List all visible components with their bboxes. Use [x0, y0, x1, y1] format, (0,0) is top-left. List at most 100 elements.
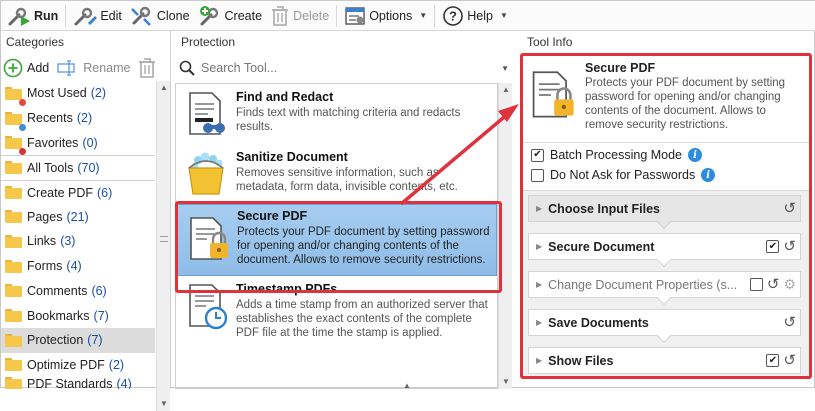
scroll-grip[interactable]	[160, 236, 168, 242]
step-label: Choose Input Files	[548, 201, 660, 216]
category-protection[interactable]: Protection (7)	[1, 327, 155, 353]
scroll-down-icon[interactable]: ▼	[157, 397, 171, 411]
step-enabled-checkbox[interactable]: ✔	[766, 240, 780, 253]
tool-secure-pdf[interactable]: Secure PDF Protects your PDF document by…	[176, 204, 497, 276]
category-favorites[interactable]: Favorites (0)	[1, 130, 155, 156]
category-all-tools[interactable]: All Tools (70)	[1, 155, 155, 180]
category-count: (2)	[108, 357, 125, 372]
folder-icon	[5, 136, 26, 156]
category-bookmarks[interactable]: Bookmarks (7)	[1, 303, 155, 328]
edit-button[interactable]: Edit	[69, 2, 126, 30]
add-category-button[interactable]: Add	[3, 58, 49, 78]
step-secure-document[interactable]: ▶ Secure Document ✔ ↺	[528, 233, 801, 268]
category-pdf-standards[interactable]: PDF Standards (4)	[1, 377, 155, 390]
trash-icon[interactable]	[137, 57, 157, 79]
search-input[interactable]	[201, 61, 481, 75]
folder-icon	[5, 86, 26, 106]
step-connector	[656, 328, 672, 344]
batch-processing-option[interactable]: ✔ Batch Processing Mode i	[531, 148, 703, 162]
tool-find-and-redact[interactable]: Find and Redact Finds text with matching…	[176, 84, 497, 144]
reset-icon[interactable]: ↺	[783, 315, 796, 330]
create-button[interactable]: Create	[194, 2, 267, 30]
gear-icon[interactable]: ⚙	[783, 276, 796, 293]
chevron-right-icon: ▶	[536, 204, 543, 213]
scroll-down-icon[interactable]: ▼	[499, 375, 513, 389]
category-comments[interactable]: Comments (6)	[1, 279, 155, 304]
category-count: (6)	[91, 283, 107, 298]
step-enabled-checkbox[interactable]: ✔	[766, 354, 780, 367]
toolbar-separator	[336, 4, 338, 27]
options-button[interactable]: Options ▼	[340, 2, 431, 30]
category-count: (2)	[90, 86, 107, 101]
category-count: (7)	[93, 308, 109, 323]
info-icon[interactable]: i	[688, 148, 703, 162]
tools-scrollbar[interactable]: ▲ ▼	[498, 83, 512, 389]
no-ask-passwords-option[interactable]: Do Not Ask for Passwords i	[531, 168, 716, 182]
clone-button[interactable]: Clone	[126, 2, 194, 30]
action-steps: ▶ Choose Input Files ↺ ▶ Secure Document…	[521, 190, 811, 379]
category-count: (7)	[87, 333, 103, 348]
no-ask-passwords-checkbox[interactable]	[531, 168, 544, 182]
tool-sanitize-document[interactable]: Sanitize Document Removes sensitive info…	[176, 144, 497, 204]
tool-info-description: Protects your PDF document by setting pa…	[585, 77, 786, 131]
category-optimize-pdf[interactable]: Optimize PDF (2)	[1, 353, 155, 378]
tool-description: Removes sensitive information, such as m…	[236, 167, 458, 193]
chevron-down-icon[interactable]: ▼	[501, 64, 509, 73]
category-forms[interactable]: Forms (4)	[1, 254, 155, 279]
app-window: Run Edit Clone Create Delete Options ▼ ?…	[0, 0, 815, 411]
trash-icon	[272, 5, 289, 26]
tool-list: Find and Redact Finds text with matching…	[175, 83, 498, 389]
no-ask-passwords-label: Do Not Ask for Passwords	[550, 168, 696, 182]
tool-timestamp-pdfs[interactable]: Timestamp PDFs Adds a time stamp from an…	[176, 276, 497, 356]
search-icon	[179, 60, 195, 76]
folder-icon	[5, 284, 22, 298]
rename-category-button[interactable]: Rename	[57, 59, 131, 77]
step-save-documents[interactable]: ▶ Save Documents ↺	[528, 309, 801, 344]
step-change-document-properties[interactable]: ▶ Change Document Properties (s... ↺ ⚙	[528, 271, 801, 306]
reset-icon[interactable]: ↺	[783, 353, 796, 368]
reset-icon[interactable]: ↺	[783, 201, 796, 216]
options-label: Options	[369, 8, 413, 23]
category-pages[interactable]: Pages (21)	[1, 204, 155, 229]
category-recents[interactable]: Recents (2)	[1, 106, 155, 131]
tool-info-pane: Tool Info Secure PDF Protects your PDF d…	[519, 31, 815, 389]
tool-search[interactable]: ▼	[175, 56, 515, 80]
run-button[interactable]: Run	[3, 2, 62, 30]
step-choose-input-files[interactable]: ▶ Choose Input Files ↺	[528, 195, 801, 230]
category-create-pdf[interactable]: Create PDF (6)	[1, 179, 155, 205]
tool-info-box: Secure PDF Protects your PDF document by…	[521, 53, 811, 379]
reset-icon[interactable]: ↺	[767, 277, 780, 292]
info-icon[interactable]: i	[701, 168, 716, 182]
secure-pdf-lock-icon	[190, 217, 228, 260]
step-enabled-checkbox[interactable]	[749, 278, 763, 291]
category-label: Most Used	[27, 86, 87, 101]
reset-icon[interactable]: ↺	[783, 239, 796, 254]
create-label: Create	[224, 8, 263, 23]
step-connector	[656, 290, 672, 306]
batch-processing-checkbox[interactable]: ✔	[531, 148, 544, 162]
clone-icon	[130, 6, 151, 26]
category-links[interactable]: Links (3)	[1, 229, 155, 254]
add-label: Add	[27, 61, 50, 75]
chevron-right-icon: ▶	[536, 280, 543, 289]
folder-icon	[5, 259, 22, 273]
run-wrench-icon	[8, 7, 30, 26]
pane-resize-grip[interactable]: ▲	[403, 381, 411, 390]
category-label: Protection	[27, 333, 84, 348]
folder-icon	[5, 234, 22, 248]
category-label: Links	[27, 234, 57, 249]
scroll-up-icon[interactable]: ▲	[157, 81, 171, 95]
folder-icon	[5, 377, 22, 390]
step-show-files[interactable]: ▶ Show Files ✔ ↺	[528, 347, 801, 374]
category-label: Recents	[27, 111, 73, 126]
category-label: Favorites	[27, 135, 79, 150]
category-label: Bookmarks	[27, 308, 90, 323]
categories-scrollbar[interactable]: ▲ ▼	[156, 81, 170, 411]
folder-icon	[5, 333, 22, 347]
help-button[interactable]: ? Help ▼	[438, 2, 512, 30]
scroll-up-icon[interactable]: ▲	[499, 83, 513, 97]
folder-icon	[5, 210, 22, 224]
category-most-used[interactable]: Most Used (2)	[1, 81, 155, 106]
category-count: (70)	[77, 160, 100, 175]
delete-button[interactable]: Delete	[266, 2, 333, 30]
